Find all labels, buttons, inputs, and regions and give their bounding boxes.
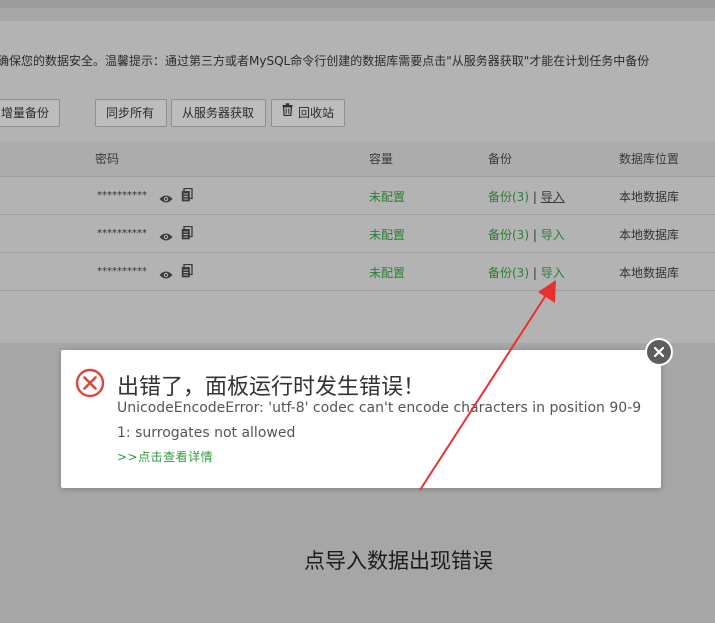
separator: | bbox=[532, 228, 537, 242]
capacity-status: 未配置 bbox=[369, 266, 406, 280]
error-icon bbox=[75, 368, 105, 402]
recycle-bin-label: 回收站 bbox=[298, 106, 335, 120]
table-row: ********** 未配置 备份(3) | 导入 本地数据库 bbox=[0, 176, 715, 215]
recycle-bin-button[interactable]: 回收站 bbox=[271, 99, 345, 127]
fetch-from-server-label: 从服务器获取 bbox=[182, 106, 255, 120]
import-link[interactable]: 导入 bbox=[541, 190, 565, 204]
copy-icon[interactable] bbox=[181, 263, 193, 282]
view-details-link[interactable]: >>点击查看详情 bbox=[117, 448, 213, 465]
annotation-caption: 点导入数据出现错误 bbox=[304, 549, 493, 573]
header-location: 数据库位置 bbox=[619, 152, 680, 166]
separator: | bbox=[532, 266, 537, 280]
import-link[interactable]: 导入 bbox=[541, 228, 565, 242]
header-password: 密码 bbox=[95, 152, 120, 166]
table-row: ********** 未配置 备份(3) | 导入 本地数据库 bbox=[0, 214, 715, 253]
top-bar bbox=[0, 0, 715, 8]
backup-cell: 备份(3) | 导入 bbox=[488, 226, 565, 243]
separator: | bbox=[532, 190, 537, 204]
eye-icon[interactable] bbox=[159, 189, 173, 208]
backup-link[interactable]: 备份(3) bbox=[488, 266, 529, 280]
location-cell: 本地数据库 bbox=[619, 266, 680, 280]
eye-icon[interactable] bbox=[159, 227, 173, 246]
password-mask: ********** bbox=[97, 190, 147, 201]
copy-icon[interactable] bbox=[181, 225, 193, 244]
password-mask: ********** bbox=[97, 266, 147, 277]
backup-link[interactable]: 备份(3) bbox=[488, 228, 529, 242]
notice-text: 确保您的数据安全。温馨提示：通过第三方或者MySQL命令行创建的数据库需要点击"… bbox=[0, 54, 650, 68]
sync-all-label: 同步所有 bbox=[106, 106, 155, 120]
close-icon bbox=[653, 346, 665, 358]
incremental-backup-label: 增量备份 bbox=[1, 106, 50, 120]
incremental-backup-button[interactable]: 增量备份 bbox=[0, 99, 60, 127]
capacity-status: 未配置 bbox=[369, 190, 406, 204]
location-cell: 本地数据库 bbox=[619, 190, 680, 204]
sync-all-button[interactable]: 同步所有 bbox=[95, 99, 167, 127]
backup-link[interactable]: 备份(3) bbox=[488, 190, 529, 204]
location-cell: 本地数据库 bbox=[619, 228, 680, 242]
table-header: 密码 容量 备份 数据库位置 bbox=[0, 141, 715, 177]
error-message: UnicodeEncodeError: 'utf-8' codec can't … bbox=[117, 400, 642, 441]
dialog-close-button[interactable] bbox=[645, 338, 673, 366]
copy-icon[interactable] bbox=[181, 187, 193, 206]
error-dialog: 出错了，面板运行时发生错误！ UnicodeEncodeError: 'utf-… bbox=[61, 350, 661, 488]
trash-icon bbox=[282, 99, 293, 125]
header-capacity: 容量 bbox=[369, 152, 394, 166]
eye-icon[interactable] bbox=[159, 265, 173, 284]
capacity-status: 未配置 bbox=[369, 228, 406, 242]
fetch-from-server-button[interactable]: 从服务器获取 bbox=[171, 99, 266, 127]
password-mask: ********** bbox=[97, 228, 147, 239]
header-backup: 备份 bbox=[488, 152, 513, 166]
import-link[interactable]: 导入 bbox=[541, 266, 565, 280]
backup-cell: 备份(3) | 导入 bbox=[488, 188, 565, 205]
table-row: ********** 未配置 备份(3) | 导入 本地数据库 bbox=[0, 252, 715, 291]
backup-cell: 备份(3) | 导入 bbox=[488, 264, 565, 281]
